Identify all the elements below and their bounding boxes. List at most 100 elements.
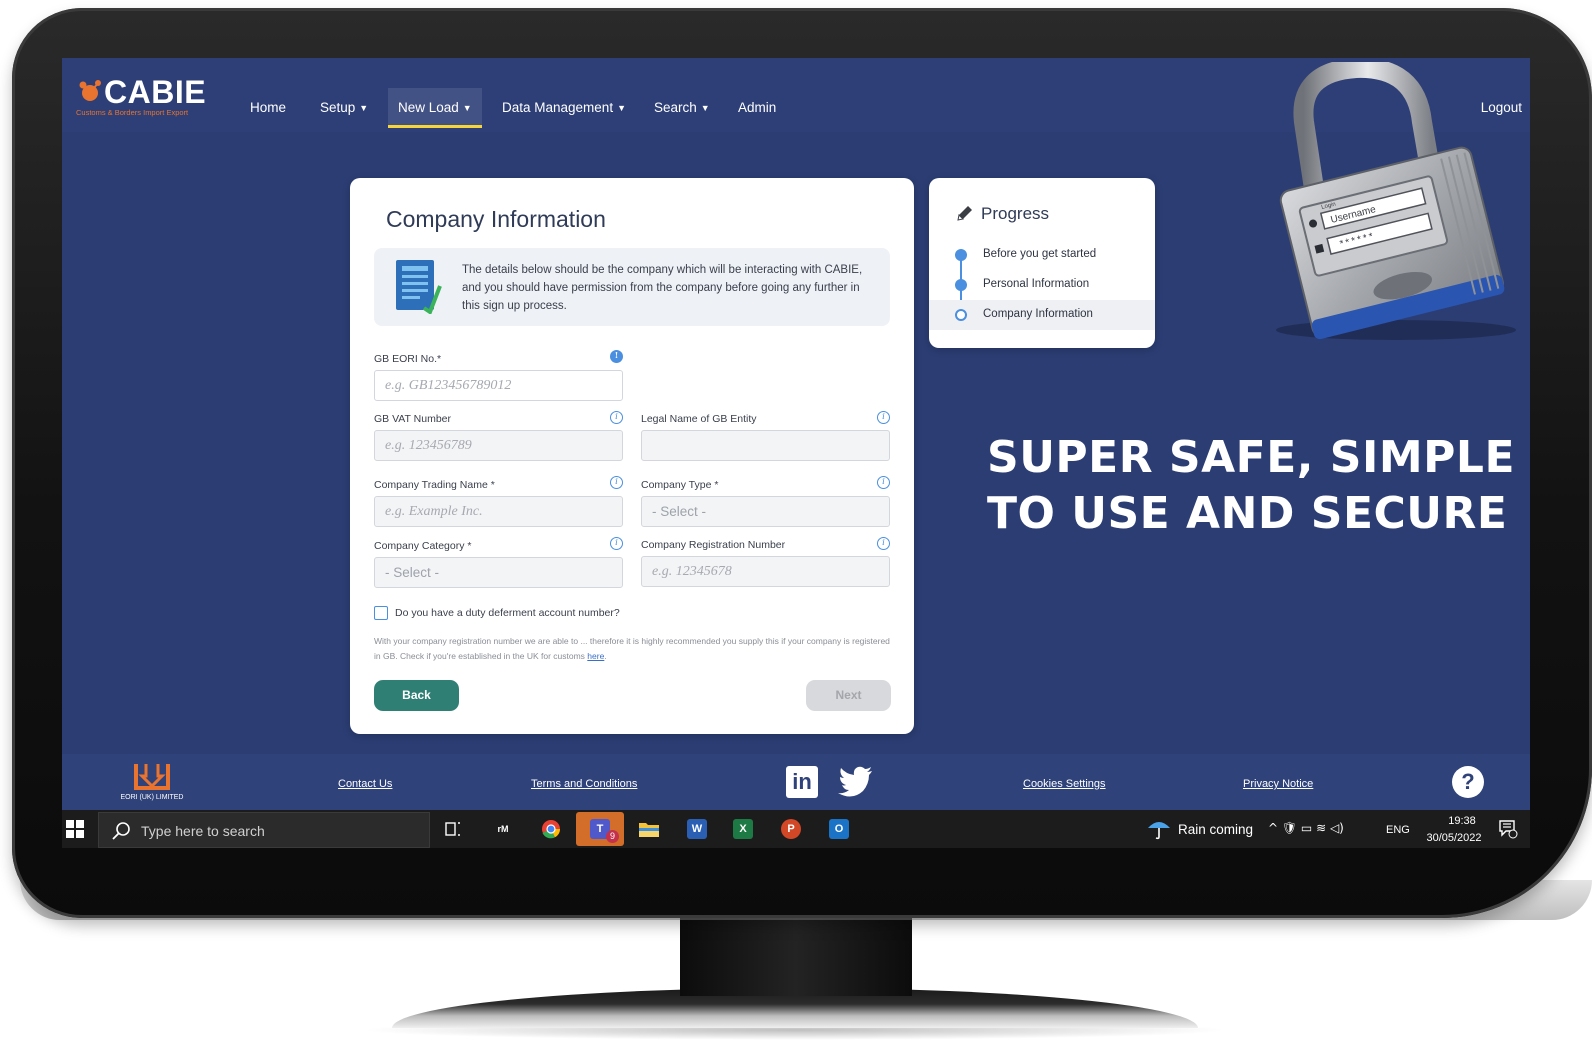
- logo-text: CABIE: [104, 74, 207, 110]
- nav-home[interactable]: Home: [240, 88, 296, 128]
- nav-new-load[interactable]: New Load ▼: [388, 88, 482, 128]
- nav-search[interactable]: Search ▼: [644, 88, 720, 128]
- duty-deferment-checkbox[interactable]: [374, 606, 388, 620]
- eori-logo-label: EORI (UK) LIMITED: [120, 794, 184, 801]
- registration-note: With your company registration number we…: [374, 634, 890, 664]
- note-end: .: [604, 651, 607, 661]
- taskbar-search-placeholder: Type here to search: [141, 823, 265, 839]
- info-icon[interactable]: i: [877, 411, 890, 424]
- chevron-down-icon: ▼: [359, 103, 369, 113]
- slogan-line-2: TO USE AND SECURE: [987, 488, 1508, 539]
- step-label: Personal Information: [983, 278, 1090, 290]
- screen: CABIE Customs & Borders Import Export Ho…: [62, 58, 1530, 848]
- registration-number-input[interactable]: e.g. 12345678: [641, 556, 890, 587]
- registration-number-label: Company Registration Number: [641, 539, 786, 551]
- info-icon[interactable]: i: [877, 537, 890, 550]
- info-icon[interactable]: i: [610, 476, 623, 489]
- document-check-icon: [396, 260, 442, 314]
- pencil-icon: [957, 206, 972, 221]
- padlock-illustration: Username Login ******: [1276, 62, 1516, 340]
- nav-home-label: Home: [250, 100, 287, 115]
- info-icon[interactable]: i: [610, 537, 623, 550]
- back-button[interactable]: Back: [374, 680, 459, 711]
- umbrella-icon[interactable]: [1146, 818, 1172, 840]
- contact-us-link[interactable]: Contact Us: [338, 778, 392, 790]
- cookies-settings-link[interactable]: Cookies Settings: [1023, 778, 1106, 790]
- progress-step[interactable]: Personal Information: [929, 270, 1155, 300]
- progress-step[interactable]: Before you get started: [929, 240, 1155, 270]
- eori-logo-icon: [134, 764, 170, 790]
- step-complete-icon: [955, 279, 967, 291]
- page-title: Company Information: [386, 206, 606, 232]
- note-text: With your company registration number we…: [374, 636, 890, 661]
- company-category-label: Company Category *: [374, 540, 472, 552]
- linkedin-icon[interactable]: in: [786, 766, 818, 798]
- excel-icon[interactable]: X: [728, 814, 758, 844]
- chrome-logo-icon: [542, 820, 561, 839]
- search-icon: [112, 822, 130, 840]
- notification-icon[interactable]: [1498, 819, 1518, 839]
- system-tray-icons[interactable]: ^ 🛡 ▭ ≋ ◁): [1268, 821, 1344, 835]
- note-link[interactable]: here: [587, 651, 604, 661]
- nav-admin-label: Admin: [738, 100, 777, 115]
- word-icon[interactable]: W: [682, 814, 712, 844]
- eori-input[interactable]: e.g. GB123456789012: [374, 370, 623, 401]
- folder-icon: [639, 823, 659, 837]
- vat-input[interactable]: e.g. 123456789: [374, 430, 623, 461]
- powerpoint-icon[interactable]: P: [776, 814, 806, 844]
- trading-name-label: Company Trading Name *: [374, 479, 495, 491]
- info-icon[interactable]: i: [877, 476, 890, 489]
- footer: EORI (UK) LIMITED Contact Us Terms and C…: [62, 754, 1530, 810]
- step-label: Company Information: [983, 308, 1093, 320]
- windows-start-icon[interactable]: [66, 820, 84, 838]
- teams-badge: 9: [606, 830, 619, 843]
- logo-tagline: Customs & Borders Import Export: [76, 108, 189, 117]
- eori-label: GB EORI No.*: [374, 353, 442, 365]
- twitter-icon[interactable]: [838, 766, 874, 798]
- cabie-logo[interactable]: CABIE Customs & Borders Import Export: [74, 74, 224, 120]
- chevron-down-icon: ▼: [617, 103, 626, 113]
- terms-link[interactable]: Terms and Conditions: [531, 778, 637, 790]
- weather-text[interactable]: Rain coming: [1178, 822, 1253, 837]
- app-icon[interactable]: rM: [488, 814, 518, 844]
- step-current-icon: [955, 309, 967, 321]
- privacy-notice-link[interactable]: Privacy Notice: [1243, 778, 1313, 790]
- progress-card: Progress Before you get started Personal…: [929, 178, 1155, 348]
- nav-new-load-label: New Load: [398, 100, 459, 115]
- next-button[interactable]: Next: [806, 680, 891, 711]
- clock-date[interactable]: 30/05/2022: [1418, 832, 1490, 844]
- eori-logo[interactable]: EORI (UK) LIMITED: [118, 760, 186, 806]
- windows-taskbar: Type here to search rM T 9 W X P O Rain …: [62, 810, 1530, 848]
- help-icon[interactable]: ?: [1452, 766, 1484, 798]
- progress-step-current[interactable]: Company Information: [929, 300, 1155, 330]
- taskbar-search[interactable]: Type here to search: [98, 812, 430, 848]
- task-view-icon[interactable]: [438, 814, 468, 844]
- info-icon[interactable]: !: [610, 350, 623, 363]
- outlook-icon[interactable]: O: [824, 814, 854, 844]
- chrome-icon[interactable]: [536, 814, 566, 844]
- language-indicator[interactable]: ENG: [1386, 824, 1410, 836]
- company-type-select[interactable]: - Select -: [641, 496, 890, 527]
- duty-deferment-label[interactable]: Do you have a duty deferment account num…: [395, 607, 620, 619]
- info-icon[interactable]: i: [610, 411, 623, 424]
- nav-admin[interactable]: Admin: [728, 88, 786, 128]
- chevron-down-icon: ▼: [462, 103, 472, 113]
- slogan-line-1: SUPER SAFE, SIMPLE: [987, 432, 1515, 483]
- info-text: The details below should be the company …: [462, 264, 863, 312]
- nav-setup-label: Setup: [320, 100, 356, 115]
- vat-label: GB VAT Number: [374, 413, 452, 425]
- nav-setup[interactable]: Setup ▼: [310, 88, 378, 128]
- step-label: Before you get started: [983, 248, 1097, 260]
- nav-data-management-label: Data Management: [502, 100, 614, 115]
- clock-time[interactable]: 19:38: [1436, 815, 1488, 827]
- trading-name-input[interactable]: e.g. Example Inc.: [374, 496, 623, 527]
- company-information-card: Company Information The details below sh…: [350, 178, 914, 734]
- legal-name-input[interactable]: [641, 430, 890, 461]
- teams-icon[interactable]: T 9: [576, 812, 624, 846]
- nav-data-management[interactable]: Data Management ▼: [492, 88, 636, 128]
- company-type-label: Company Type *: [641, 479, 719, 491]
- progress-title: Progress: [981, 204, 1050, 223]
- company-category-select[interactable]: - Select -: [374, 557, 623, 588]
- step-complete-icon: [955, 249, 967, 261]
- file-explorer-icon[interactable]: [634, 814, 664, 844]
